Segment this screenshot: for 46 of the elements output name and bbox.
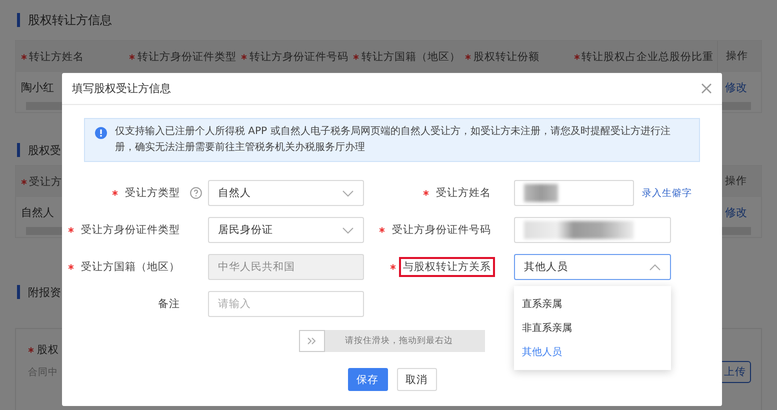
save-button[interactable]: 保存 bbox=[348, 368, 388, 391]
field-label: 受让方身份证件号码 bbox=[391, 223, 492, 238]
input-field[interactable] bbox=[514, 217, 671, 243]
cancel-button[interactable]: 取消 bbox=[396, 368, 436, 391]
chevron-up-icon bbox=[649, 264, 661, 270]
field-label: 与股权转让方关系 bbox=[399, 257, 495, 277]
column-header: 转让方身份证件号码 bbox=[249, 50, 348, 64]
redacted-value bbox=[524, 184, 558, 202]
dropdown-option[interactable]: 直系亲属 bbox=[514, 292, 671, 316]
column-header: 转让方国籍（地区） bbox=[361, 50, 460, 64]
rare-character-link[interactable]: 录入生僻字 bbox=[642, 186, 692, 200]
column-header: 转让方身份证件类型 bbox=[137, 50, 236, 64]
item-label: 股权 bbox=[37, 343, 59, 357]
column-header: 转让股权占企业总股份比重 bbox=[582, 50, 714, 64]
help-icon[interactable] bbox=[190, 187, 202, 199]
field-label: 受让方姓名 bbox=[435, 186, 492, 201]
section-title: 股权转让方信息 bbox=[28, 12, 112, 28]
field-label: 受让方国籍（地区） bbox=[80, 260, 181, 275]
chevron-down-icon bbox=[342, 190, 354, 196]
field-label: 备注 bbox=[157, 297, 181, 312]
info-icon bbox=[95, 127, 107, 139]
notice-text: 仅支持输入已注册个人所得税 APP 或自然人电子税务局网页端的自然人受让方，如受让方未注册，请您及时提醒受让方进行注册，确实无法注册需要前往主管税务机关办税服务厅办理 bbox=[115, 124, 672, 155]
select-field[interactable]: 居民身份证 bbox=[208, 217, 364, 243]
column-header: 操作 bbox=[717, 41, 762, 72]
column-header: 转让方姓名 bbox=[29, 50, 84, 64]
input-field[interactable] bbox=[514, 180, 634, 206]
dropdown-option[interactable]: 其他人员 bbox=[514, 340, 671, 364]
double-chevron-icon bbox=[307, 337, 317, 345]
chevron-down-icon bbox=[342, 226, 354, 234]
close-icon[interactable] bbox=[701, 83, 712, 94]
column-header: 股权转让份额 bbox=[473, 50, 540, 64]
field-label: 受让方类型 bbox=[124, 186, 181, 201]
input-field[interactable]: 请输入 bbox=[208, 291, 364, 317]
slider-hint: 请按住滑块，拖动到最右边 bbox=[345, 335, 453, 347]
table-cell: 自然人 bbox=[21, 204, 54, 220]
section-title: 股权受 bbox=[28, 142, 61, 158]
input-field: 中华人民共和国 bbox=[208, 254, 364, 280]
section-title: 附报资 bbox=[28, 284, 61, 300]
select-field[interactable]: 其他人员 bbox=[514, 254, 671, 280]
column-header: 受让方 bbox=[29, 174, 62, 188]
dialog-title: 填写股权受让方信息 bbox=[72, 81, 171, 96]
slider-handle[interactable] bbox=[299, 330, 325, 352]
table-cell: 陶小红 bbox=[21, 80, 54, 94]
dropdown-option[interactable]: 非直系亲属 bbox=[514, 316, 671, 340]
field-label: 受让方身份证件类型 bbox=[80, 223, 181, 238]
select-field[interactable]: 自然人 bbox=[208, 180, 364, 206]
